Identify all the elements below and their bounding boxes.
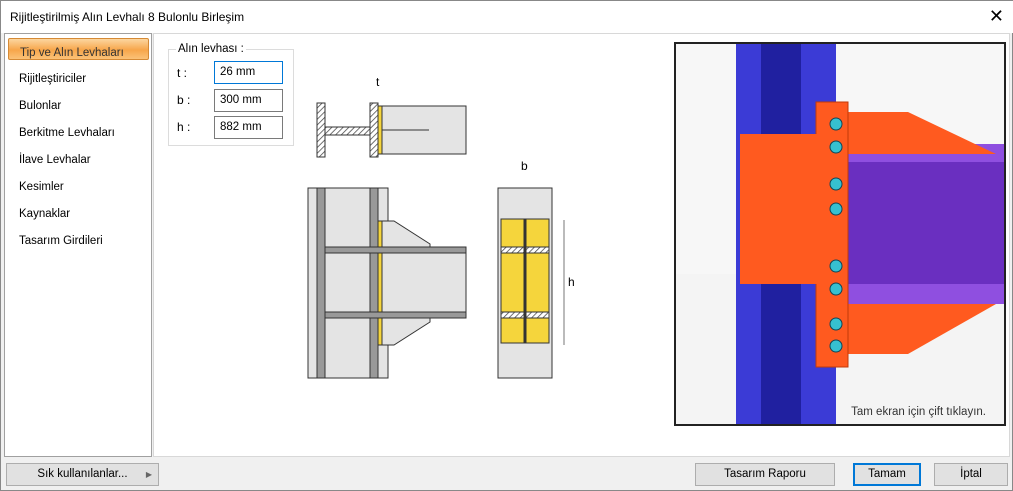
dialog-window: Rijitleştirilmiş Alın Levhalı 8 Bulonlu … [0, 0, 1013, 491]
sidebar-item-cuts[interactable]: Kesimler [8, 173, 149, 195]
t-dim-label: t [376, 75, 380, 89]
sidebar-item-stiffeners[interactable]: Rijitleştiriciler [8, 65, 149, 87]
favorites-label: Sık kullanılanlar... [37, 468, 128, 480]
chevron-right-icon: ▶ [145, 470, 152, 479]
front-view [497, 187, 565, 379]
3d-model [676, 44, 1004, 424]
title-bar: Rijitleştirilmiş Alın Levhalı 8 Bulonlu … [1, 1, 1013, 33]
sidebar-item-type-end-plates[interactable]: Tip ve Alın Levhaları [8, 38, 149, 60]
close-icon[interactable]: ✕ [989, 7, 1004, 25]
sidebar-item-design-inputs[interactable]: Tasarım Girdileri [8, 227, 149, 249]
h-dim-label: h [568, 275, 575, 289]
sidebar-item-web-plates[interactable]: Berkitme Levhaları [8, 119, 149, 141]
window-title: Rijitleştirilmiş Alın Levhalı 8 Bulonlu … [10, 10, 245, 24]
b-dim-label: b [521, 159, 528, 173]
fullscreen-hint: Tam ekran için çift tıklayın. [851, 406, 986, 418]
h-label: h : [177, 120, 191, 134]
end-plate-group: Alın levhası : t : 26 mm b : 300 mm h : … [168, 43, 294, 146]
sidebar-item-bolts[interactable]: Bulonlar [8, 92, 149, 114]
favorites-button[interactable]: Sık kullanılanlar... ▶ [6, 463, 159, 486]
main-panel: Alın levhası : t : 26 mm b : 300 mm h : … [153, 33, 1010, 457]
side-view [307, 187, 467, 379]
group-title: Alın levhası : [176, 43, 246, 55]
b-label: b : [177, 93, 191, 107]
connection-drawing: t b h [307, 75, 575, 379]
cancel-button[interactable]: İptal [934, 463, 1008, 486]
b-input[interactable]: 300 mm [214, 89, 283, 112]
sidebar-item-extra-plates[interactable]: İlave Levhalar [8, 146, 149, 168]
t-label: t : [177, 66, 188, 80]
ok-button[interactable]: Tamam [853, 463, 921, 486]
3d-view[interactable]: Tam ekran için çift tıklayın. [674, 42, 1006, 426]
h-input[interactable]: 882 mm [214, 116, 283, 139]
design-report-button[interactable]: Tasarım Raporu [695, 463, 835, 486]
sidebar-item-welds[interactable]: Kaynaklar [8, 200, 149, 222]
sidebar: Tip ve Alın Levhaları Rijitleştiriciler … [4, 33, 152, 457]
top-view [316, 102, 467, 158]
t-input[interactable]: 26 mm [214, 61, 283, 84]
